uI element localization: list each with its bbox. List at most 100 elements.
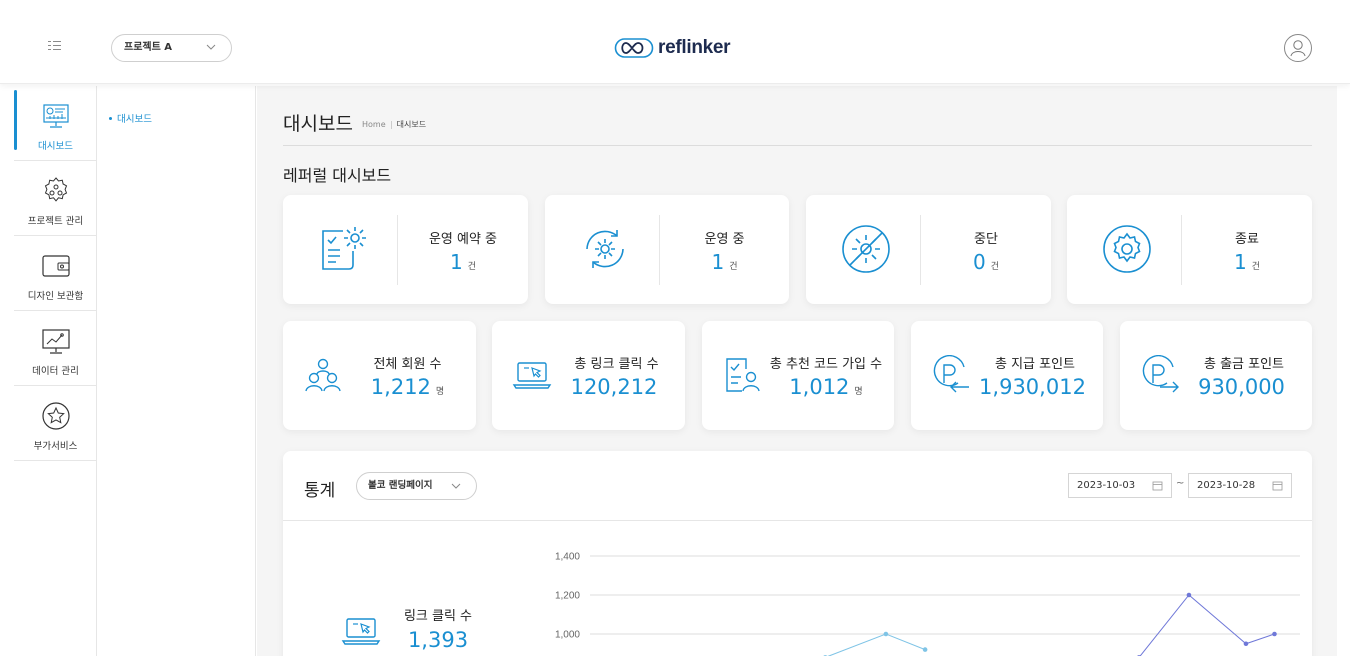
card-value-row: 1건 (398, 250, 528, 274)
gear-cycle-icon (586, 230, 624, 268)
user-icon (1290, 40, 1306, 57)
card-value-row: 1,012 명 (766, 375, 886, 399)
rail-item-extra-services[interactable]: 부가서비스 (14, 386, 97, 461)
card-value: 1 (449, 250, 463, 274)
submenu-item-label: 대시보드 (117, 114, 152, 125)
card-name: 종료 (1235, 232, 1259, 247)
point-in-icon (933, 355, 969, 393)
calendar-icon (1152, 481, 1163, 491)
statistics-title: 통계 (304, 481, 336, 501)
chart-series-line (827, 633, 926, 656)
card-value: 1,930,012 (979, 375, 1086, 399)
project-settings-icon (44, 177, 67, 202)
gear-icon (1103, 225, 1151, 273)
card-name: 중단 (974, 232, 998, 247)
date-to-input[interactable]: 2023-10-28 (1188, 473, 1292, 498)
laptop-click-icon (341, 618, 381, 645)
metric-card-points-paid[interactable]: 총 지급 포인트 1,930,012 (911, 321, 1103, 430)
card-value-row: 930,000 (1184, 375, 1304, 399)
card-unit: 명 (854, 387, 863, 397)
chart-point[interactable] (883, 631, 889, 637)
members-icon (305, 358, 341, 392)
main-content: 대시보드 Home 대시보드 레퍼럴 대시보드 운영 예약 중 1건 운영 중 1… (257, 86, 1337, 656)
chevron-down-icon (451, 483, 461, 489)
chart-point[interactable] (922, 647, 928, 652)
chart-ytick-label: 1,200 (555, 591, 580, 602)
rail-item-design-archive[interactable]: 디자인 보관함 (14, 236, 97, 311)
rail-item-label: 데이터 관리 (32, 366, 79, 377)
statistics-panel: 통계 볼코 랜딩페이지 2023-10-03 ~ 2023-10-28 링크 클… (283, 451, 1312, 656)
card-value-row: 1,930,012 (975, 375, 1095, 399)
card-unit: 건 (729, 262, 738, 272)
chart-point[interactable] (1186, 592, 1192, 598)
breadcrumb-current: 대시보드 (396, 120, 427, 129)
card-value-row: 1,212 명 (347, 375, 468, 399)
breadcrumb: Home 대시보드 (362, 119, 426, 130)
card-value: 930,000 (1198, 375, 1285, 399)
rail-item-data-management[interactable]: 데이터 관리 (14, 311, 97, 386)
card-unit: 건 (990, 262, 999, 272)
chart-point[interactable] (1272, 631, 1277, 637)
card-name: 총 지급 포인트 (994, 357, 1076, 372)
card-name: 운영 예약 중 (428, 232, 498, 247)
card-name: 운영 중 (704, 232, 745, 247)
rail-item-dashboard[interactable]: 대시보드 (14, 86, 97, 161)
top-header: 프로젝트 A reflinker (0, 0, 1350, 84)
breadcrumb-home[interactable]: Home (362, 120, 386, 129)
status-card-scheduled[interactable]: 운영 예약 중 1건 (283, 195, 528, 304)
card-name: 총 추천 코드 가입 수 (769, 357, 883, 372)
infinity-logo-icon (614, 38, 654, 58)
title-divider (283, 145, 1312, 146)
reflinker-logo[interactable]: reflinker (614, 35, 731, 61)
status-card-stopped[interactable]: 중단 0건 (806, 195, 1051, 304)
card-value-row: 120,212 (556, 375, 677, 399)
date-range-separator: ~ (1176, 478, 1185, 489)
card-name: 전체 회원 수 (373, 357, 442, 372)
submenu-item-dashboard[interactable]: 대시보드 (109, 111, 152, 125)
referral-signup-icon (726, 358, 760, 392)
card-value: 1,212 (370, 375, 431, 399)
date-to-value: 2023-10-28 (1197, 480, 1256, 491)
chevron-down-icon (206, 44, 216, 50)
user-avatar[interactable] (1284, 34, 1312, 62)
chart-series-line (1139, 594, 1275, 656)
card-value: 120,212 (570, 375, 658, 399)
page-title: 대시보드 (283, 113, 353, 135)
card-unit: 명 (435, 387, 445, 397)
status-card-ended[interactable]: 종료 1건 (1067, 195, 1312, 304)
metric-card-referral-signups[interactable]: 총 추천 코드 가입 수 1,012 명 (702, 321, 894, 430)
metric-card-members[interactable]: 전체 회원 수 1,212 명 (283, 321, 476, 430)
landing-page-select[interactable]: 볼코 랜딩페이지 (356, 472, 477, 500)
point-out-icon (1142, 355, 1179, 393)
chart-point[interactable] (1243, 641, 1249, 647)
active-indicator (14, 90, 17, 150)
star-icon (41, 402, 70, 430)
card-value-row: 1건 (1182, 250, 1312, 274)
statistics-line-chart: 1,000 1,200 1,400 (555, 552, 1300, 656)
project-select[interactable]: 프로젝트 A (111, 34, 232, 62)
date-from-input[interactable]: 2023-10-03 (1068, 473, 1172, 498)
logo-text: reflinker (658, 37, 731, 58)
metric-card-link-clicks[interactable]: 총 링크 클릭 수 120,212 (492, 321, 685, 430)
card-name: 총 링크 클릭 수 (574, 357, 659, 372)
card-unit: 건 (467, 262, 476, 272)
laptop-click-icon (512, 362, 552, 389)
card-value-row: 0건 (921, 250, 1051, 274)
card-value-row: 1건 (660, 250, 789, 274)
card-value: 1,012 (789, 375, 850, 399)
status-card-running[interactable]: 운영 중 1건 (545, 195, 789, 304)
project-select-value: 프로젝트 A (124, 42, 173, 53)
card-value: 0 (972, 250, 986, 274)
icon-rail: 대시보드 프로젝트 관리 디자인 보관함 데이터 관리 부가서비스 (0, 86, 97, 656)
rail-item-project-management[interactable]: 프로젝트 관리 (14, 161, 97, 236)
menu-toggle-icon[interactable] (44, 38, 64, 54)
card-name: 총 출금 포인트 (1203, 357, 1285, 372)
bullet-icon (109, 117, 112, 120)
section-title: 레퍼럴 대시보드 (283, 166, 392, 185)
rail-item-label: 디자인 보관함 (27, 291, 84, 302)
breadcrumb-separator (390, 120, 392, 129)
chart-ytick-label: 1,400 (555, 552, 580, 563)
metric-card-points-withdrawn[interactable]: 총 출금 포인트 930,000 (1120, 321, 1312, 430)
calendar-icon (1272, 481, 1283, 491)
rail-item-label: 프로젝트 관리 (27, 216, 84, 227)
